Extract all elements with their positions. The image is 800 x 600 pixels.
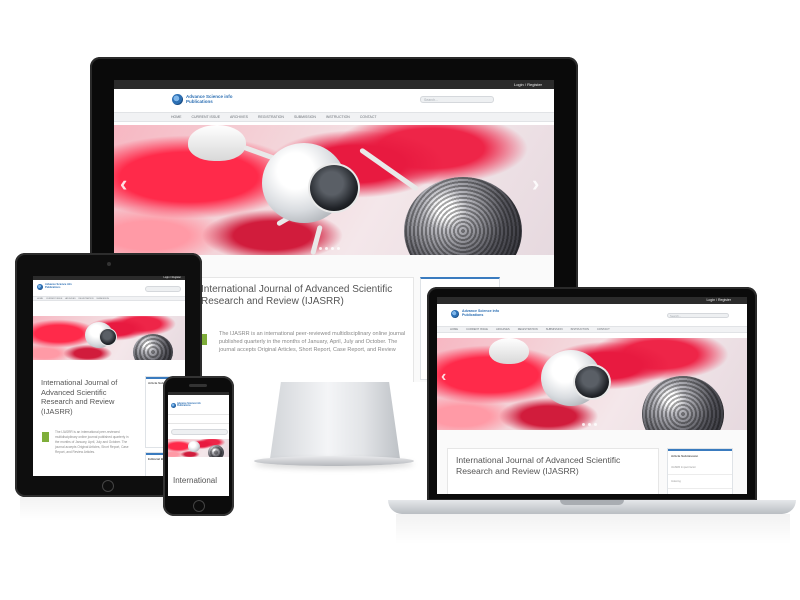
laptop-logo[interactable]: Advance Science info Publications: [462, 309, 499, 318]
phone-logo-line-2: Publications: [177, 405, 191, 408]
tablet-journal-title: International Journal of Advanced Scient…: [41, 378, 118, 416]
slider-dots[interactable]: [319, 247, 340, 250]
tablet-top-bar: Login / Register: [33, 276, 185, 280]
tablet-logo-line-2: Publications: [45, 285, 61, 289]
laptop-logo-line-2: Publications: [462, 312, 484, 317]
laptop-nav-submission[interactable]: SUBMISSION: [546, 328, 563, 331]
tablet-reflection: [20, 497, 198, 521]
laptop-nav-contact[interactable]: CONTACT: [597, 328, 610, 331]
tablet-login-link[interactable]: Login / Register: [163, 276, 181, 279]
nav-registration[interactable]: REGISTRATION: [258, 115, 284, 119]
site-logo[interactable]: Advance Science info Publications: [186, 94, 233, 104]
laptop-slider-prev-icon[interactable]: ‹: [441, 368, 446, 386]
login-register-link[interactable]: Login / Register: [514, 82, 542, 87]
phone-top-bar: [168, 392, 229, 395]
tablet-nanobot-eye: [99, 328, 117, 346]
tablet-nav-home[interactable]: HOME: [37, 298, 43, 300]
nav-instruction[interactable]: INSTRUCTION: [326, 115, 350, 119]
laptop-nav-current-issue[interactable]: CURRENT ISSUE: [466, 328, 488, 331]
nav-submission[interactable]: SUBMISSION: [294, 115, 316, 119]
laptop-nav-home[interactable]: HOME: [450, 328, 458, 331]
laptop-sidebar-head: Article Submission: [668, 449, 732, 461]
logo-icon[interactable]: [172, 94, 183, 105]
phone-menu-bar[interactable]: [168, 414, 229, 424]
laptop-screen: Login / Register Advance Science info Pu…: [437, 297, 747, 494]
tablet-logo-icon[interactable]: [37, 284, 43, 290]
phone-hero[interactable]: [168, 439, 229, 457]
top-bar: Login / Register: [114, 80, 554, 89]
tablet-nav-submission[interactable]: SUBMISSION: [96, 298, 109, 300]
laptop-nav: HOME CURRENT ISSUE ARCHIVES REGISTRATION…: [437, 326, 747, 333]
tablet-nav-registration[interactable]: REGISTRATION: [79, 298, 94, 300]
phone-screen: Advance Science info Publications Intern…: [168, 392, 229, 496]
nav-home[interactable]: HOME: [171, 115, 182, 119]
phone-speaker: [189, 384, 207, 387]
nanobot-lamp: [188, 125, 246, 161]
site-header: Advance Science info Publications Search…: [114, 89, 554, 112]
journal-description: The IJASRR is an international peer-revi…: [219, 331, 406, 353]
nanobot-eye: [308, 163, 360, 213]
monitor-stand-base: [254, 456, 414, 466]
laptop-journal-title: International Journal of Advanced Scient…: [456, 455, 621, 476]
tablet-camera: [107, 262, 111, 266]
laptop-sidebar-box: Article Submission IJASRR Impact factor …: [667, 448, 733, 494]
tablet-nav-archives[interactable]: ARCHIVES: [65, 298, 75, 300]
phone-search-input[interactable]: [171, 429, 228, 435]
laptop-nav-instruction[interactable]: INSTRUCTION: [571, 328, 589, 331]
phone-nanobot-body: [188, 441, 200, 452]
slider-next-icon[interactable]: ›: [532, 171, 539, 197]
monitor-stand: [269, 381, 401, 461]
phone-logo-icon[interactable]: [171, 403, 176, 408]
laptop-nav-registration[interactable]: REGISTRATION: [518, 328, 538, 331]
tablet-nav-current-issue[interactable]: CURRENT ISSUE: [46, 298, 62, 300]
laptop-hero[interactable]: ‹: [437, 338, 747, 430]
laptop-nanobot-lamp: [489, 338, 529, 364]
search-input[interactable]: Search...: [420, 96, 494, 103]
laptop-logo-icon[interactable]: [451, 310, 459, 318]
slider-prev-icon[interactable]: ‹: [120, 171, 127, 197]
tablet-cover-image: [42, 432, 49, 442]
logo-line-2: Publications: [186, 98, 213, 104]
intro-panel: International Journal of Advanced Scient…: [190, 277, 414, 382]
tablet-journal-description: The IJASRR is an international peer-revi…: [55, 430, 129, 454]
laptop-slider-dots[interactable]: [582, 423, 597, 426]
laptop-top-bar: Login / Register: [437, 297, 747, 304]
laptop-content: International Journal of Advanced Scient…: [437, 430, 747, 494]
hero-slider[interactable]: ‹ ›: [114, 125, 554, 255]
laptop-search-input[interactable]: Search...: [667, 313, 729, 318]
journal-title: International Journal of Advanced Scient…: [201, 284, 393, 307]
laptop-notch: [560, 500, 624, 505]
phone-journal-title: International: [173, 476, 218, 485]
laptop-nav-archives[interactable]: ARCHIVES: [496, 328, 510, 331]
laptop-sidebar-item-impact[interactable]: IJASRR Impact factor: [668, 461, 732, 475]
tablet-search-input[interactable]: [145, 286, 181, 292]
tablet-hero[interactable]: [33, 316, 185, 360]
laptop-nanobot-eye: [573, 364, 611, 400]
tablet-logo[interactable]: Advance Science info Publications: [45, 283, 72, 289]
phone-virus-sphere: [208, 445, 224, 457]
nav-current-issue[interactable]: CURRENT ISSUE: [192, 115, 221, 119]
laptop-reflection: [396, 514, 790, 544]
main-nav: HOME CURRENT ISSUE ARCHIVES REGISTRATION…: [114, 112, 554, 122]
tablet-home-button[interactable]: [102, 480, 114, 492]
nav-archives[interactable]: ARCHIVES: [230, 115, 248, 119]
laptop-login-link[interactable]: Login / Register: [706, 298, 731, 302]
nav-contact[interactable]: CONTACT: [360, 115, 377, 119]
laptop-sidebar-item-indexing[interactable]: Indexing: [668, 475, 732, 489]
laptop-intro-panel: International Journal of Advanced Scient…: [447, 448, 659, 494]
phone-logo[interactable]: Advance Science info Publications: [177, 403, 201, 408]
tablet-nav: HOME CURRENT ISSUE ARCHIVES REGISTRATION…: [33, 296, 185, 301]
